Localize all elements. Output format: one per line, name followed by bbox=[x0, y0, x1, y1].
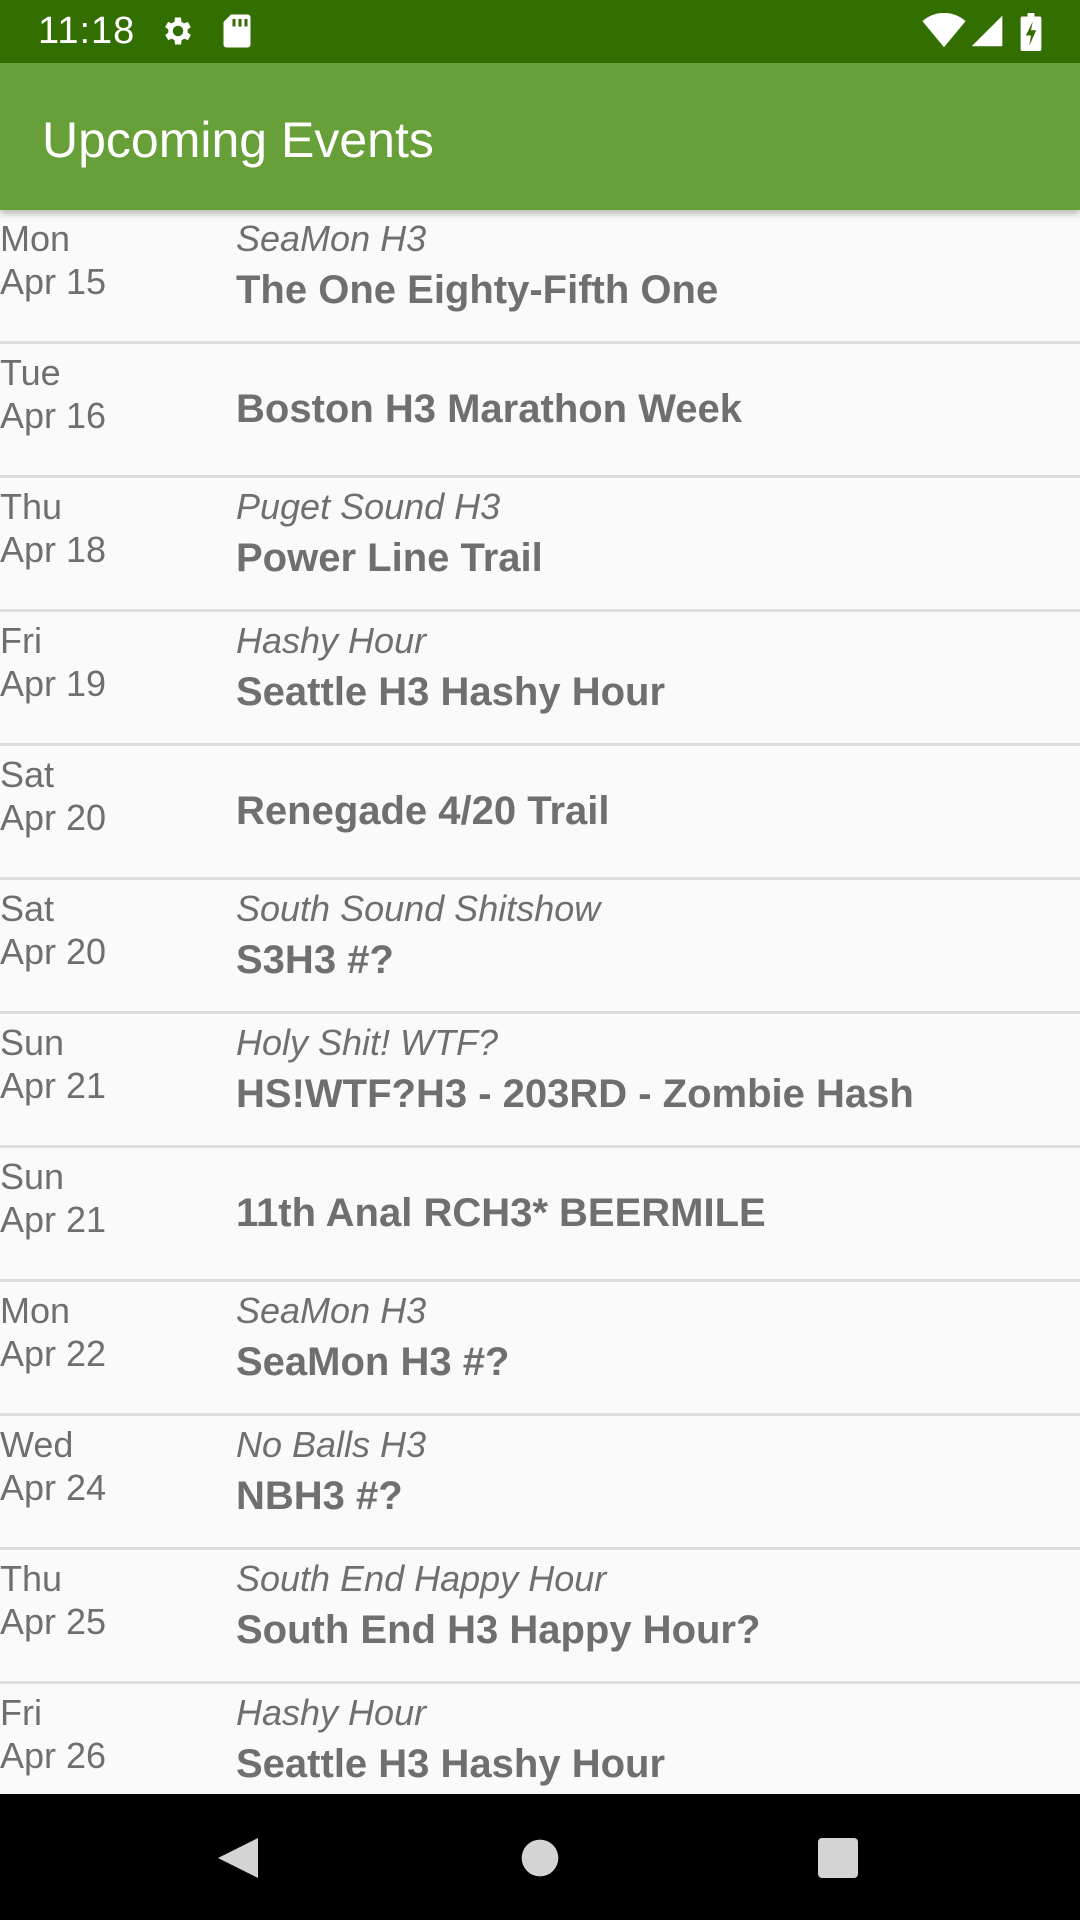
event-row[interactable]: Sun Apr 21 Holy Shit! WTF? HS!WTF?H3 - 2… bbox=[0, 1014, 1080, 1148]
event-name: Seattle H3 Hashy Hour bbox=[236, 670, 666, 714]
event-kennel: No Balls H3 bbox=[236, 1424, 427, 1465]
gear-icon bbox=[160, 13, 196, 54]
event-name: Boston H3 Marathon Week bbox=[236, 387, 742, 431]
event-row[interactable]: Thu Apr 18 Puget Sound H3 Power Line Tra… bbox=[0, 478, 1080, 612]
wifi-icon bbox=[922, 12, 966, 54]
event-name: S3H3 #? bbox=[236, 938, 394, 982]
event-name: Renegade 4/20 Trail bbox=[236, 789, 610, 833]
event-day: Thu bbox=[0, 1558, 63, 1599]
event-name: Power Line Trail bbox=[236, 536, 543, 580]
event-day: Sun bbox=[0, 1022, 65, 1063]
event-day: Tue bbox=[0, 352, 61, 393]
event-row[interactable]: Fri Apr 26 Hashy Hour Seattle H3 Hashy H… bbox=[0, 1684, 1080, 1794]
event-name: 11th Anal RCH3* BEERMILE bbox=[236, 1191, 766, 1235]
event-kennel: South Sound Shitshow bbox=[236, 888, 601, 929]
navigation-bar bbox=[0, 1794, 1080, 1920]
recents-icon[interactable] bbox=[814, 1834, 862, 1887]
status-bar: 11:18 bbox=[0, 0, 1080, 63]
event-day: Mon bbox=[0, 1290, 71, 1331]
event-date: Apr 15 bbox=[0, 261, 107, 302]
event-row[interactable]: Thu Apr 25 South End Happy Hour South En… bbox=[0, 1550, 1080, 1684]
event-kennel: SeaMon H3 bbox=[236, 1290, 427, 1331]
battery-icon bbox=[1020, 13, 1042, 56]
event-row[interactable]: Sat Apr 20 Renegade 4/20 Trail bbox=[0, 746, 1080, 880]
sd-card-icon bbox=[222, 13, 252, 54]
event-row[interactable]: Tue Apr 16 Boston H3 Marathon Week bbox=[0, 344, 1080, 478]
event-date: Apr 21 bbox=[0, 1065, 107, 1106]
page-title: Upcoming Events bbox=[42, 112, 434, 168]
event-name: South End H3 Happy Hour? bbox=[236, 1608, 761, 1652]
event-day: Wed bbox=[0, 1424, 74, 1465]
signal-icon bbox=[970, 13, 1004, 54]
event-row[interactable]: Wed Apr 24 No Balls H3 NBH3 #? bbox=[0, 1416, 1080, 1550]
event-name: SeaMon H3 #? bbox=[236, 1340, 510, 1384]
event-kennel: Hashy Hour bbox=[236, 1692, 427, 1733]
event-name: Seattle H3 Hashy Hour bbox=[236, 1742, 666, 1786]
event-row[interactable]: Mon Apr 15 SeaMon H3 The One Eighty-Fift… bbox=[0, 210, 1080, 344]
event-day: Fri bbox=[0, 1692, 42, 1733]
event-date: Apr 20 bbox=[0, 797, 107, 838]
event-date: Apr 21 bbox=[0, 1199, 107, 1240]
event-row[interactable]: Sun Apr 21 11th Anal RCH3* BEERMILE bbox=[0, 1148, 1080, 1282]
event-date: Apr 25 bbox=[0, 1601, 107, 1642]
event-name: HS!WTF?H3 - 203RD - Zombie Hash bbox=[236, 1072, 914, 1116]
event-date: Apr 26 bbox=[0, 1735, 107, 1776]
event-day: Sat bbox=[0, 888, 55, 929]
event-row[interactable]: Mon Apr 22 SeaMon H3 SeaMon H3 #? bbox=[0, 1282, 1080, 1416]
event-date: Apr 19 bbox=[0, 663, 107, 704]
event-date: Apr 22 bbox=[0, 1333, 107, 1374]
event-name: NBH3 #? bbox=[236, 1474, 403, 1518]
event-list[interactable]: Mon Apr 15 SeaMon H3 The One Eighty-Fift… bbox=[0, 210, 1080, 1794]
event-row[interactable]: Sat Apr 20 South Sound Shitshow S3H3 #? bbox=[0, 880, 1080, 1014]
event-day: Thu bbox=[0, 486, 63, 527]
app-bar: Upcoming Events bbox=[0, 63, 1080, 210]
event-day: Fri bbox=[0, 620, 42, 661]
event-kennel: Puget Sound H3 bbox=[236, 486, 501, 527]
event-date: Apr 18 bbox=[0, 529, 107, 570]
event-date: Apr 24 bbox=[0, 1467, 107, 1508]
event-row[interactable]: Fri Apr 19 Hashy Hour Seattle H3 Hashy H… bbox=[0, 612, 1080, 746]
status-time: 11:18 bbox=[38, 10, 136, 52]
event-name: The One Eighty-Fifth One bbox=[236, 268, 719, 312]
home-icon[interactable] bbox=[518, 1834, 562, 1887]
event-kennel: SeaMon H3 bbox=[236, 218, 427, 259]
back-icon[interactable] bbox=[214, 1834, 262, 1887]
event-kennel: Holy Shit! WTF? bbox=[236, 1022, 499, 1063]
event-day: Mon bbox=[0, 218, 71, 259]
event-day: Sat bbox=[0, 754, 55, 795]
event-date: Apr 16 bbox=[0, 395, 107, 436]
event-kennel: South End Happy Hour bbox=[236, 1558, 607, 1599]
event-date: Apr 20 bbox=[0, 931, 107, 972]
event-day: Sun bbox=[0, 1156, 65, 1197]
event-kennel: Hashy Hour bbox=[236, 620, 427, 661]
